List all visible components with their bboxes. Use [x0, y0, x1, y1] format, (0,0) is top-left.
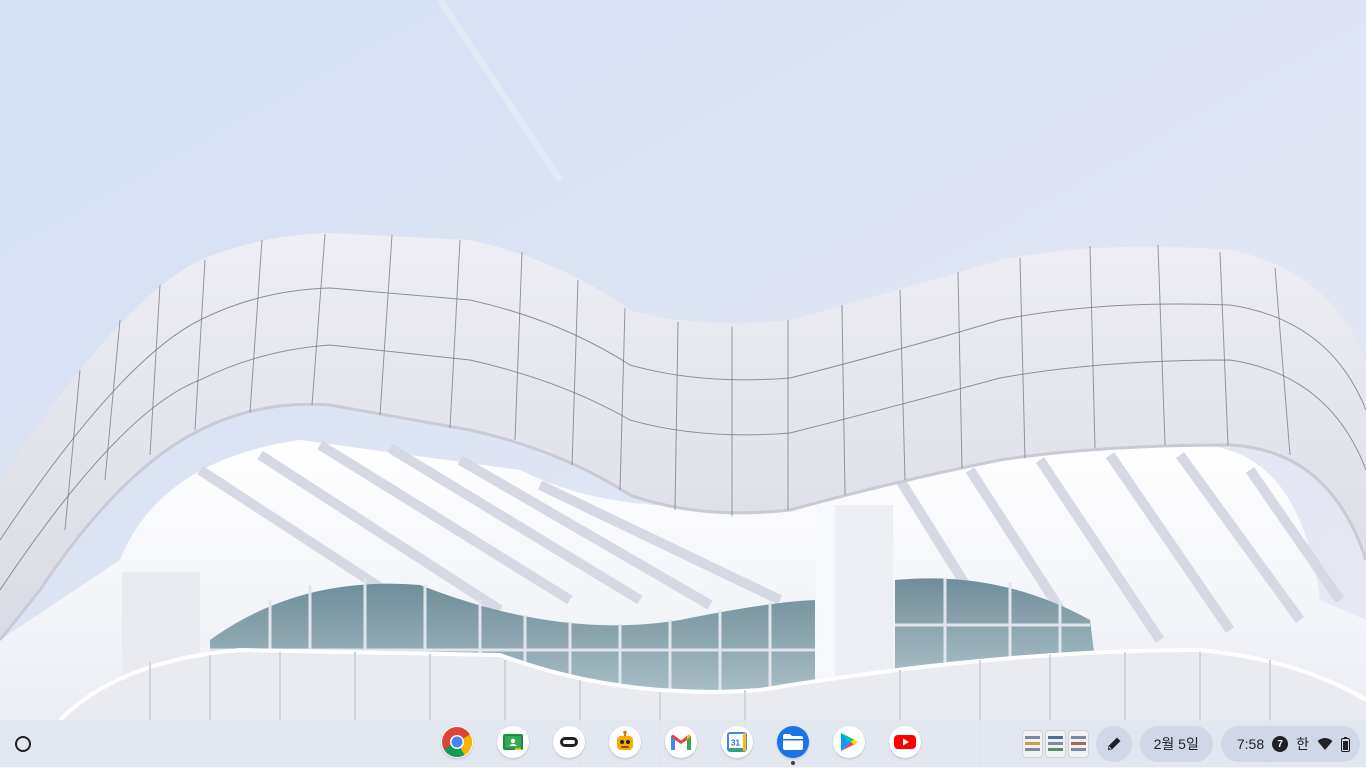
screenshot-thumbnail	[1045, 730, 1067, 758]
files-icon	[783, 734, 803, 750]
holding-space-thumbnails	[1022, 730, 1090, 758]
wifi-icon	[1317, 738, 1333, 750]
calendar-icon: 31	[727, 732, 747, 752]
launcher-button[interactable]	[7, 728, 39, 760]
files-app-button[interactable]	[777, 726, 809, 765]
gamepad-app-button[interactable]	[553, 726, 585, 758]
youtube-icon	[894, 735, 916, 749]
gmail-app-button[interactable]	[665, 726, 697, 758]
status-tray: 2월 5일 7:58 7 한	[1022, 726, 1360, 762]
gmail-icon	[671, 734, 691, 750]
calendar-day-label: 31	[731, 739, 740, 748]
gamepad-icon	[560, 737, 578, 747]
youtube-app-button[interactable]	[889, 726, 921, 758]
classroom-app-button[interactable]	[497, 726, 529, 758]
play-store-icon	[841, 733, 858, 751]
date-label: 2월 5일	[1153, 736, 1199, 752]
robot-app-button[interactable]	[609, 726, 641, 758]
stylus-tools-button[interactable]	[1095, 726, 1132, 762]
notification-count-badge: 7	[1272, 736, 1289, 752]
pen-icon	[1107, 737, 1121, 750]
shelf-apps: 31	[441, 726, 921, 765]
play-store-app-button[interactable]	[833, 726, 865, 758]
shelf: 31 2월 5일 7:58 7 한	[0, 720, 1366, 768]
ime-indicator: 한	[1296, 736, 1309, 752]
clock-time: 7:58	[1236, 736, 1265, 752]
holding-space-button[interactable]	[1022, 726, 1090, 762]
classroom-icon	[503, 734, 523, 750]
screenshot-thumbnail	[1022, 730, 1044, 758]
chrome-icon	[442, 727, 472, 758]
date-button[interactable]: 2월 5일	[1139, 726, 1213, 762]
robot-icon	[617, 730, 633, 750]
desktop-wallpaper	[0, 0, 1366, 768]
chrome-app-button[interactable]	[441, 726, 473, 758]
running-indicator	[791, 761, 795, 765]
calendar-app-button[interactable]: 31	[721, 726, 753, 758]
quick-settings-button[interactable]: 7:58 7 한	[1220, 726, 1360, 762]
launcher-circle-icon	[15, 736, 31, 752]
battery-icon	[1341, 736, 1350, 752]
screenshot-thumbnail	[1068, 730, 1090, 758]
